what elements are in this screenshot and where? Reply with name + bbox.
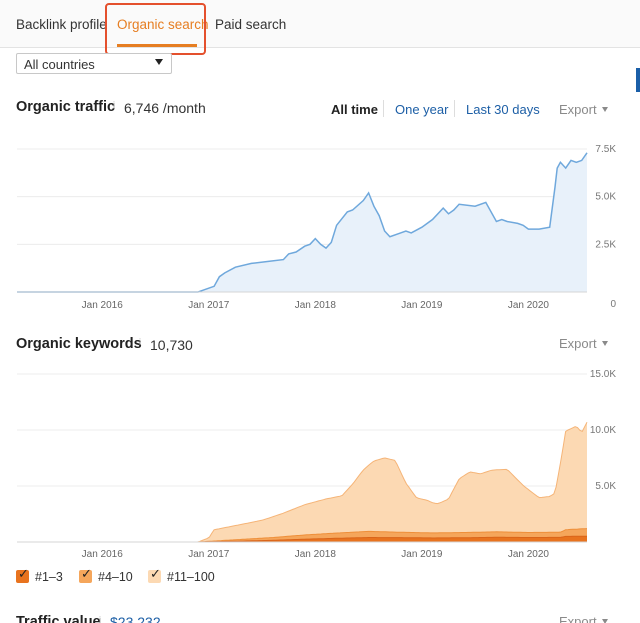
country-select-value: All countries [24, 57, 95, 72]
y-tick-label: 0 [610, 299, 616, 310]
y-tick-label: 5.0K [595, 192, 616, 203]
y-tick-label: 15.0K [590, 369, 616, 380]
range-divider [383, 100, 384, 117]
x-tick-label: Jan 2020 [508, 549, 550, 560]
x-tick-label: Jan 2017 [188, 549, 230, 560]
x-tick-label: Jan 2019 [401, 549, 443, 560]
tab-paid-search[interactable]: Paid search [215, 17, 286, 32]
y-tick-label: 7.5K [595, 144, 616, 155]
caret-down-icon [155, 59, 163, 65]
range-one-year[interactable]: One year [395, 102, 448, 117]
x-tick-label: Jan 2017 [188, 300, 230, 311]
legend-label: #1–3 [35, 570, 63, 584]
info-icon[interactable]: i [139, 337, 141, 347]
country-select[interactable]: All countries [16, 53, 172, 74]
y-tick-label: 2.5K [595, 239, 616, 250]
legend-label: #4–10 [98, 570, 133, 584]
caret-down-icon [602, 341, 608, 346]
organic-traffic-value: 6,746 /month [124, 100, 206, 116]
tab-highlight-annotation [105, 3, 206, 55]
side-accent-bar [636, 68, 640, 92]
range-divider [454, 100, 455, 117]
info-icon[interactable]: i [113, 100, 115, 110]
keywords-export-button[interactable]: Export [559, 336, 597, 351]
organic-traffic-title: Organic traffic [16, 99, 116, 115]
x-tick-label: Jan 2018 [295, 549, 337, 560]
organic-keywords-title: Organic keywords [16, 336, 142, 352]
caret-down-icon [602, 619, 608, 623]
traffic-area [17, 152, 587, 292]
range-all-time[interactable]: All time [331, 102, 378, 117]
report-tabs: Backlink profile Organic search Paid sea… [0, 0, 640, 48]
organic-traffic-chart: Jan 2016 Jan 2017 Jan 2018 Jan 2019 Jan 2020… [17, 144, 616, 311]
traffic-export-button[interactable]: Export [559, 102, 597, 117]
keywords-area-2 [17, 422, 587, 542]
tab-backlink-profile[interactable]: Backlink profile [16, 17, 107, 32]
y-tick-label: 5.0K [595, 481, 616, 492]
organic-keywords-value: 10,730 [150, 337, 193, 353]
traffic-value-amount: $23,232 [110, 614, 161, 623]
x-tick-label: Jan 2016 [82, 300, 124, 311]
traffic-value-export-button[interactable]: Export [559, 614, 597, 623]
x-tick-label: Jan 2018 [295, 300, 337, 311]
checkmark-icon: ✓ [81, 566, 92, 581]
caret-down-icon [602, 107, 608, 112]
checkmark-icon: ✓ [18, 566, 29, 581]
y-tick-label: 10.0K [590, 425, 616, 436]
legend-label: #11–100 [167, 570, 215, 584]
x-tick-label: Jan 2020 [508, 300, 550, 311]
organic-keywords-chart: Jan 2016 Jan 2017 Jan 2018 Jan 2019 Jan 2020… [17, 369, 616, 560]
info-icon[interactable]: i [99, 615, 101, 623]
range-last-30-days[interactable]: Last 30 days [466, 102, 540, 117]
traffic-value-title: Traffic value [16, 614, 101, 623]
x-tick-label: Jan 2016 [82, 549, 124, 560]
x-tick-label: Jan 2019 [401, 300, 443, 311]
checkmark-icon: ✓ [150, 566, 161, 581]
